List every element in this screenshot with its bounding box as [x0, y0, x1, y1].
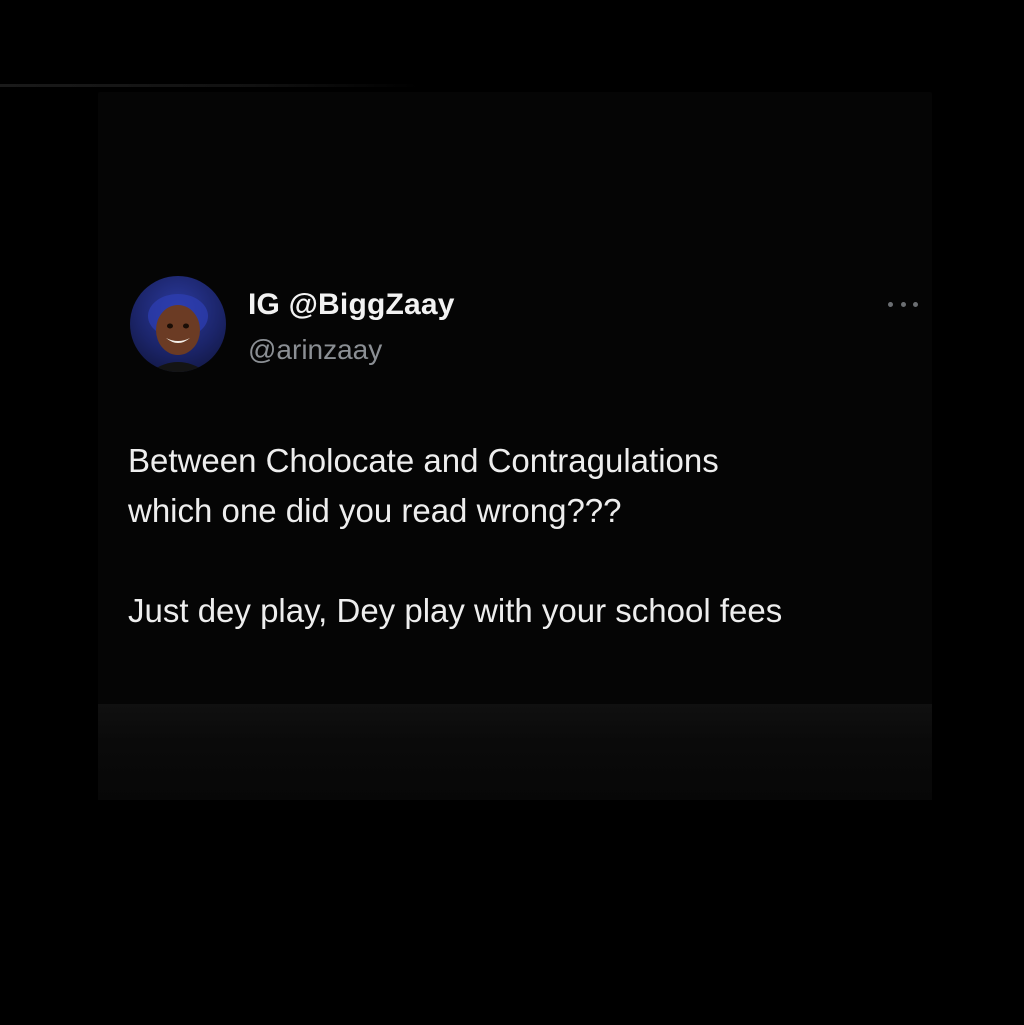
user-handle[interactable]: @arinzaay [248, 334, 382, 366]
user-avatar[interactable] [130, 276, 226, 372]
top-band [0, 0, 1024, 86]
tweet-line: Just dey play, Dey play with your school… [128, 592, 783, 629]
tweet-line: which one did you read wrong??? [128, 492, 622, 529]
ellipsis-dot [900, 301, 906, 307]
tweet-line: Between Cholocate and Contragulations [128, 442, 719, 479]
tweet-text: Between Cholocate and Contragulations wh… [128, 436, 918, 636]
tweet-footer [98, 704, 932, 800]
person-icon [148, 294, 208, 372]
ellipsis-icon[interactable] [888, 298, 918, 310]
ellipsis-dot [913, 301, 918, 307]
ellipsis-dot [888, 301, 893, 307]
tweet-card: IG @BiggZaay @arinzaay Between Cholocate… [98, 92, 932, 800]
display-name[interactable]: IG @BiggZaay [248, 288, 455, 322]
top-divider [0, 84, 420, 87]
